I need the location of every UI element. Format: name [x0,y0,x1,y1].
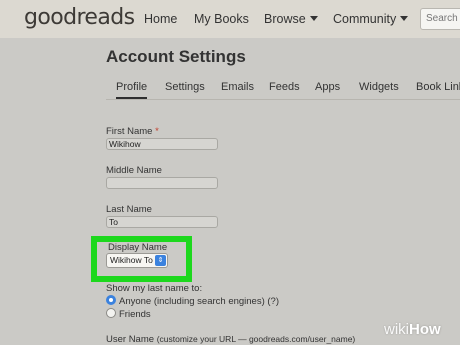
tab-profile[interactable]: Profile [116,81,148,99]
nav-community-label: Community [333,12,397,26]
nav-home[interactable]: Home [144,12,177,26]
first-name-label-text: First Name [106,126,153,137]
tab-settings[interactable]: Settings [165,81,205,93]
tab-apps[interactable]: Apps [315,81,340,93]
last-name-label: Last Name [106,204,152,215]
watermark-prefix: wiki [384,321,409,338]
show-last-name-label: Show my last name to: [106,283,203,294]
user-name-hint: (customize your URL — goodreads.com/user… [156,334,356,344]
middle-name-field[interactable] [106,177,218,189]
chevron-down-icon [309,16,318,21]
chevron-down-icon [400,16,409,21]
tab-emails[interactable]: Emails [221,81,254,93]
watermark-suffix: How [409,321,441,338]
display-name-value: Wikihow To [110,255,153,265]
user-name-label-text: User Name [106,334,155,345]
nav-browse-label: Browse [264,12,306,26]
first-name-label: First Name * [106,126,159,137]
display-name-select[interactable]: Wikihow To ⇕ [106,253,168,268]
tab-widgets[interactable]: Widgets [359,81,399,93]
radio-anyone-label: Anyone (including search engines) (?) [119,296,280,307]
goodreads-logo[interactable]: goodreads [24,5,135,30]
nav-community[interactable]: Community [333,12,409,26]
radio-friends-label: Friends [119,309,151,320]
first-name-field[interactable]: Wikihow [106,138,218,150]
top-nav-bar: goodreads Home My Books Browse Community… [0,0,460,38]
select-arrows-icon: ⇕ [155,255,166,266]
middle-name-label: Middle Name [106,165,162,176]
nav-my-books[interactable]: My Books [194,12,249,26]
tab-divider [106,99,460,100]
last-name-field[interactable]: To [106,216,218,228]
radio-anyone[interactable]: Anyone (including search engines) (?) [106,295,279,307]
radio-selected-icon[interactable] [106,295,116,305]
radio-friends[interactable]: Friends [106,308,151,320]
nav-browse[interactable]: Browse [264,12,318,26]
display-name-label: Display Name [108,242,168,253]
page-title: Account Settings [106,47,246,66]
search-input[interactable]: Search books [420,8,460,30]
wikihow-watermark: wikiHow [384,321,441,338]
user-name-label: User Name (customize your URL — goodread… [106,334,355,345]
radio-unselected-icon[interactable] [106,308,116,318]
required-marker: * [155,126,159,137]
tab-book-links[interactable]: Book Links [416,81,460,93]
tab-feeds[interactable]: Feeds [269,81,300,93]
